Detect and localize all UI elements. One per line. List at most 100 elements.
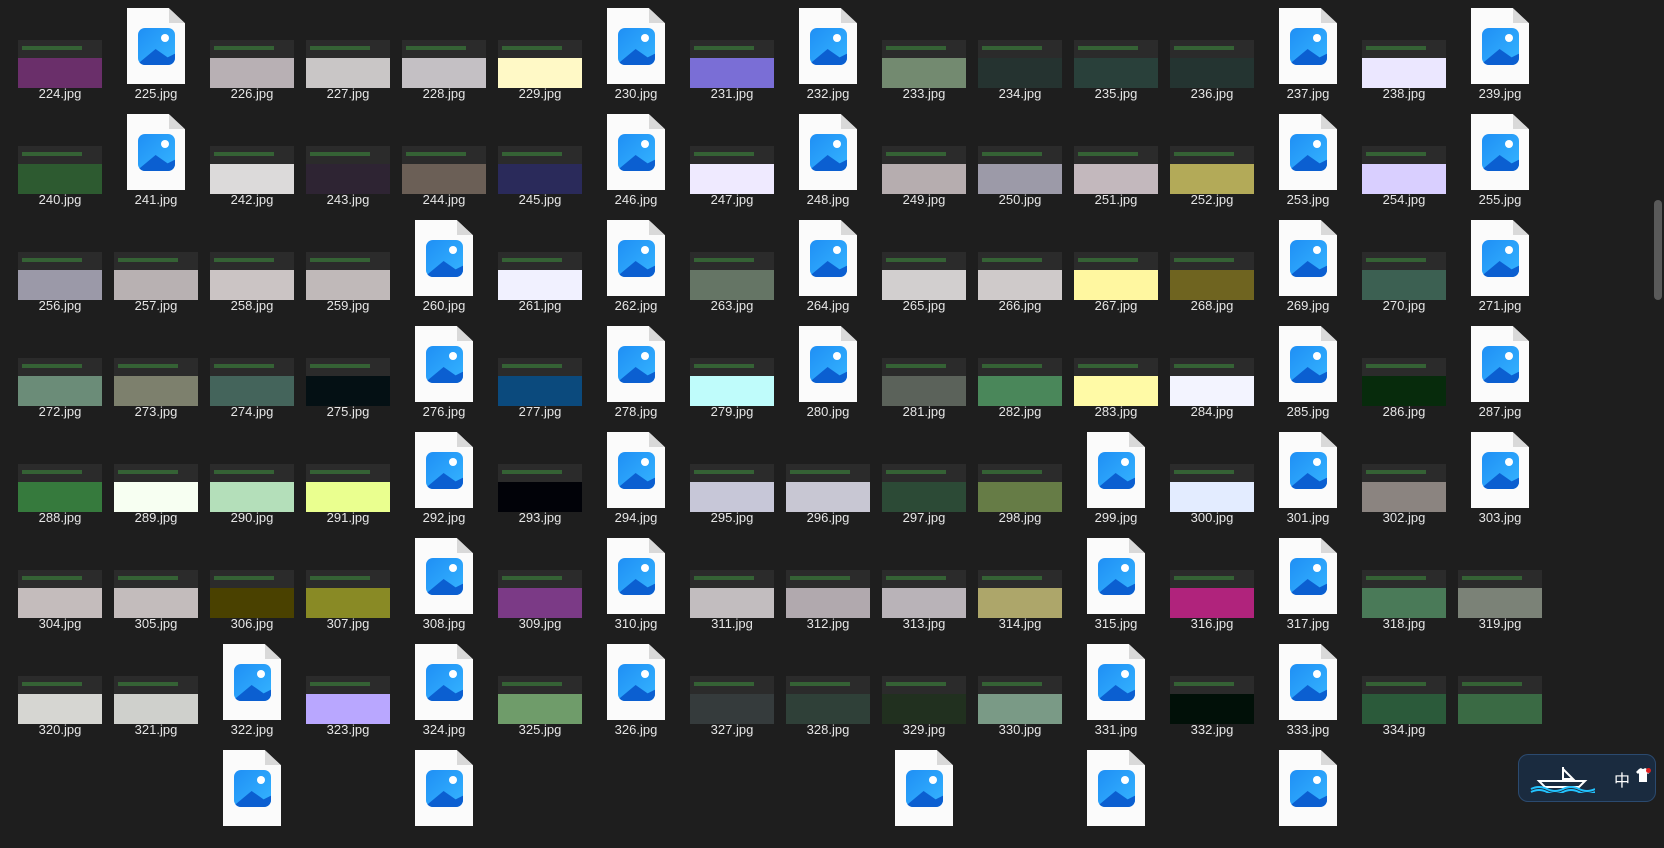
file-item[interactable]: 259.jpg: [300, 212, 396, 318]
file-item[interactable]: 272.jpg: [12, 318, 108, 424]
file-item[interactable]: 229.jpg: [492, 0, 588, 106]
file-item[interactable]: 304.jpg: [12, 530, 108, 636]
file-item[interactable]: 307.jpg: [300, 530, 396, 636]
file-item[interactable]: 269.jpg: [1260, 212, 1356, 318]
file-item[interactable]: 239.jpg: [1452, 0, 1548, 106]
file-item[interactable]: 247.jpg: [684, 106, 780, 212]
file-item[interactable]: 333.jpg: [1260, 636, 1356, 742]
file-item[interactable]: 260.jpg: [396, 212, 492, 318]
file-item[interactable]: 270.jpg: [1356, 212, 1452, 318]
file-item[interactable]: 306.jpg: [204, 530, 300, 636]
file-item[interactable]: 279.jpg: [684, 318, 780, 424]
file-item[interactable]: 305.jpg: [108, 530, 204, 636]
file-item[interactable]: 282.jpg: [972, 318, 1068, 424]
file-item[interactable]: 310.jpg: [588, 530, 684, 636]
file-item[interactable]: 303.jpg: [1452, 424, 1548, 530]
file-item[interactable]: 296.jpg: [780, 424, 876, 530]
file-item[interactable]: 332.jpg: [1164, 636, 1260, 742]
file-item[interactable]: 324.jpg: [396, 636, 492, 742]
file-item[interactable]: 319.jpg: [1452, 530, 1548, 636]
file-item[interactable]: 285.jpg: [1260, 318, 1356, 424]
file-item[interactable]: 288.jpg: [12, 424, 108, 530]
file-item[interactable]: 298.jpg: [972, 424, 1068, 530]
ime-indicator[interactable]: 中: [1614, 767, 1630, 791]
file-item[interactable]: [1452, 636, 1548, 742]
file-item[interactable]: 327.jpg: [684, 636, 780, 742]
file-item[interactable]: 311.jpg: [684, 530, 780, 636]
file-item[interactable]: 244.jpg: [396, 106, 492, 212]
file-item[interactable]: 322.jpg: [204, 636, 300, 742]
file-item[interactable]: 241.jpg: [108, 106, 204, 212]
file-item[interactable]: 299.jpg: [1068, 424, 1164, 530]
file-item[interactable]: 235.jpg: [1068, 0, 1164, 106]
file-item[interactable]: 226.jpg: [204, 0, 300, 106]
file-item[interactable]: 227.jpg: [300, 0, 396, 106]
file-item[interactable]: [876, 742, 972, 848]
file-item[interactable]: 312.jpg: [780, 530, 876, 636]
vertical-scrollbar[interactable]: [1650, 0, 1664, 827]
file-item[interactable]: 293.jpg: [492, 424, 588, 530]
file-item[interactable]: 271.jpg: [1452, 212, 1548, 318]
file-item[interactable]: 251.jpg: [1068, 106, 1164, 212]
file-item[interactable]: 291.jpg: [300, 424, 396, 530]
file-item[interactable]: 267.jpg: [1068, 212, 1164, 318]
file-item[interactable]: 278.jpg: [588, 318, 684, 424]
file-item[interactable]: 273.jpg: [108, 318, 204, 424]
file-item[interactable]: 256.jpg: [12, 212, 108, 318]
file-item[interactable]: 243.jpg: [300, 106, 396, 212]
file-item[interactable]: 280.jpg: [780, 318, 876, 424]
file-item[interactable]: 275.jpg: [300, 318, 396, 424]
file-item[interactable]: 295.jpg: [684, 424, 780, 530]
file-item[interactable]: 228.jpg: [396, 0, 492, 106]
file-item[interactable]: 289.jpg: [108, 424, 204, 530]
file-item[interactable]: 268.jpg: [1164, 212, 1260, 318]
file-item[interactable]: 283.jpg: [1068, 318, 1164, 424]
file-item[interactable]: 294.jpg: [588, 424, 684, 530]
file-item[interactable]: 253.jpg: [1260, 106, 1356, 212]
file-item[interactable]: 320.jpg: [12, 636, 108, 742]
file-item[interactable]: 284.jpg: [1164, 318, 1260, 424]
file-item[interactable]: 249.jpg: [876, 106, 972, 212]
file-item[interactable]: 230.jpg: [588, 0, 684, 106]
file-item[interactable]: 292.jpg: [396, 424, 492, 530]
file-item[interactable]: 262.jpg: [588, 212, 684, 318]
file-item[interactable]: [396, 742, 492, 848]
file-item[interactable]: 257.jpg: [108, 212, 204, 318]
file-item[interactable]: 266.jpg: [972, 212, 1068, 318]
file-item[interactable]: 317.jpg: [1260, 530, 1356, 636]
file-item[interactable]: 328.jpg: [780, 636, 876, 742]
file-item[interactable]: 261.jpg: [492, 212, 588, 318]
file-item[interactable]: 233.jpg: [876, 0, 972, 106]
file-item[interactable]: 316.jpg: [1164, 530, 1260, 636]
file-item[interactable]: 313.jpg: [876, 530, 972, 636]
file-item[interactable]: [204, 742, 300, 848]
file-item[interactable]: 287.jpg: [1452, 318, 1548, 424]
file-item[interactable]: 325.jpg: [492, 636, 588, 742]
file-item[interactable]: 308.jpg: [396, 530, 492, 636]
file-item[interactable]: 290.jpg: [204, 424, 300, 530]
tshirt-icon[interactable]: [1635, 767, 1651, 783]
file-item[interactable]: 232.jpg: [780, 0, 876, 106]
file-item[interactable]: 250.jpg: [972, 106, 1068, 212]
file-item[interactable]: 258.jpg: [204, 212, 300, 318]
file-item[interactable]: 277.jpg: [492, 318, 588, 424]
taskbar-tray-widget[interactable]: 中: [1518, 754, 1656, 802]
file-item[interactable]: 265.jpg: [876, 212, 972, 318]
file-item[interactable]: 323.jpg: [300, 636, 396, 742]
file-item[interactable]: 302.jpg: [1356, 424, 1452, 530]
file-item[interactable]: 309.jpg: [492, 530, 588, 636]
file-item[interactable]: 225.jpg: [108, 0, 204, 106]
file-item[interactable]: 264.jpg: [780, 212, 876, 318]
file-item[interactable]: 300.jpg: [1164, 424, 1260, 530]
file-item[interactable]: 314.jpg: [972, 530, 1068, 636]
file-item[interactable]: [1260, 742, 1356, 848]
file-item[interactable]: 330.jpg: [972, 636, 1068, 742]
scrollbar-thumb[interactable]: [1654, 200, 1662, 300]
file-item[interactable]: 242.jpg: [204, 106, 300, 212]
file-item[interactable]: 329.jpg: [876, 636, 972, 742]
file-item[interactable]: 281.jpg: [876, 318, 972, 424]
file-item[interactable]: 254.jpg: [1356, 106, 1452, 212]
file-item[interactable]: 276.jpg: [396, 318, 492, 424]
file-item[interactable]: 236.jpg: [1164, 0, 1260, 106]
file-item[interactable]: 263.jpg: [684, 212, 780, 318]
